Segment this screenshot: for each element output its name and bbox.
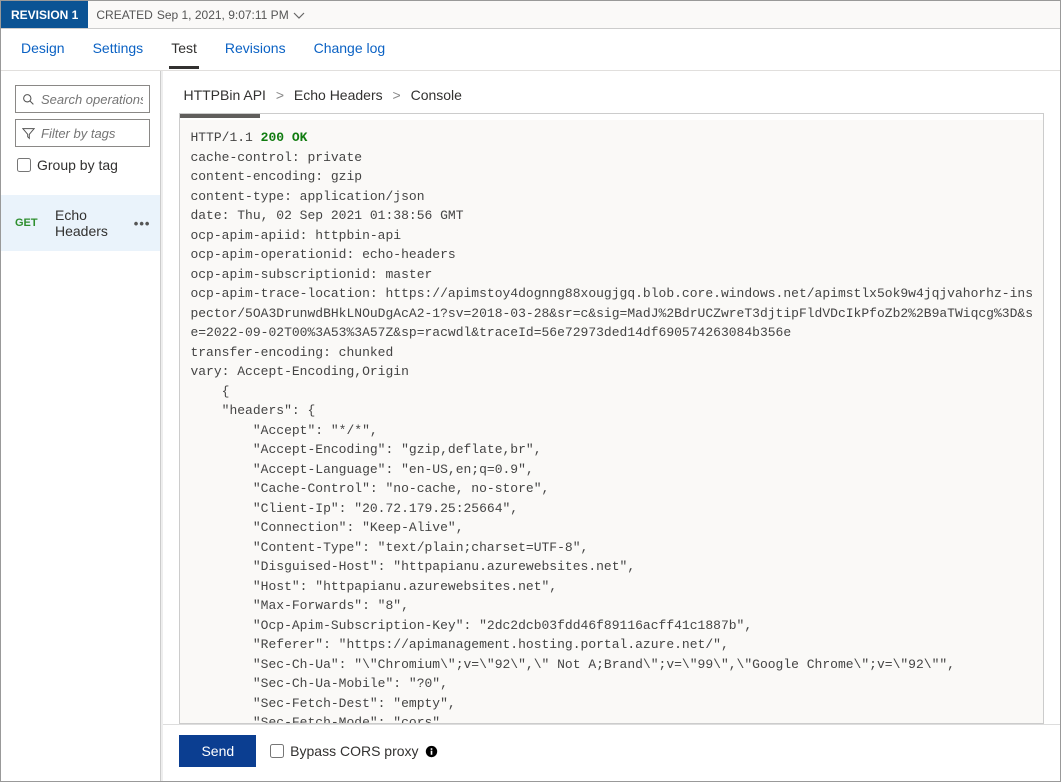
revision-bar: REVISION 1 CREATED Sep 1, 2021, 9:07:11 … — [1, 1, 1060, 29]
search-operations-box[interactable] — [15, 85, 150, 113]
breadcrumb-sep: > — [393, 87, 401, 103]
search-input[interactable] — [41, 92, 143, 107]
breadcrumb-op[interactable]: Echo Headers — [294, 87, 383, 103]
operation-more-icon[interactable]: ••• — [134, 216, 151, 231]
filter-icon — [22, 127, 35, 140]
filter-input[interactable] — [41, 126, 143, 141]
breadcrumb-sep: > — [276, 87, 284, 103]
breadcrumb: HTTPBin API > Echo Headers > Console — [163, 71, 1060, 113]
operation-method: GET — [15, 217, 43, 229]
bypass-cors-checkbox[interactable] — [270, 744, 284, 758]
tab-settings[interactable]: Settings — [91, 30, 146, 69]
search-icon — [22, 93, 35, 106]
filter-tags-box[interactable] — [15, 119, 150, 147]
group-by-checkbox[interactable] — [17, 158, 31, 172]
bypass-cors[interactable]: Bypass CORS proxy — [270, 743, 438, 759]
revision-created[interactable]: CREATED Sep 1, 2021, 9:07:11 PM — [88, 8, 312, 22]
tab-changelog[interactable]: Change log — [312, 30, 388, 69]
revision-created-value: Sep 1, 2021, 9:07:11 PM — [157, 8, 289, 22]
breadcrumb-console: Console — [411, 87, 462, 103]
revision-created-prefix: CREATED — [96, 8, 152, 22]
console-footer: Send Bypass CORS proxy — [163, 724, 1060, 781]
tab-test[interactable]: Test — [169, 30, 199, 69]
main-split: Group by tag GET Echo Headers ••• HTTPBi… — [1, 71, 1060, 781]
right-panel: HTTPBin API > Echo Headers > Console HTT… — [161, 71, 1060, 781]
tab-revisions[interactable]: Revisions — [223, 30, 288, 69]
console-active-indicator — [180, 114, 1043, 120]
info-icon[interactable] — [425, 744, 439, 758]
tab-design[interactable]: Design — [19, 30, 67, 69]
chevron-down-icon[interactable] — [293, 10, 305, 20]
group-by-label: Group by tag — [37, 157, 118, 173]
bypass-cors-label: Bypass CORS proxy — [290, 743, 418, 759]
operation-row[interactable]: GET Echo Headers ••• — [1, 195, 160, 251]
console-container: HTTP/1.1 200 OK cache-control: private c… — [179, 113, 1044, 724]
tab-bar: Design Settings Test Revisions Change lo… — [1, 29, 1060, 71]
revision-badge: REVISION 1 — [1, 1, 88, 28]
left-panel: Group by tag GET Echo Headers ••• — [1, 71, 161, 781]
console-output[interactable]: HTTP/1.1 200 OK cache-control: private c… — [180, 120, 1043, 723]
operation-name: Echo Headers — [55, 207, 122, 239]
group-by-tag[interactable]: Group by tag — [17, 157, 148, 173]
breadcrumb-api[interactable]: HTTPBin API — [183, 87, 265, 103]
send-button[interactable]: Send — [179, 735, 256, 767]
